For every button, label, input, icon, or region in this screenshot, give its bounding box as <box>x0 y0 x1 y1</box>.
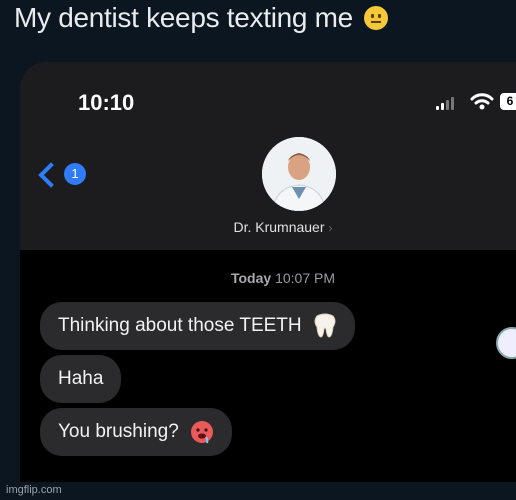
message-bubble[interactable]: Thinking about those TEETH <box>40 302 355 350</box>
message-text: Haha <box>58 368 104 389</box>
status-icons: 6 <box>428 92 516 112</box>
phone-screenshot: 10:10 6 1 Dr. Krumnauer › Today 10:07 PM… <box>20 62 516 482</box>
back-button[interactable]: 1 <box>38 162 90 192</box>
watermark: imgflip.com <box>6 484 62 496</box>
conversation-header: 10:10 6 1 Dr. Krumnauer › <box>20 62 516 250</box>
battery-icon: 6 <box>500 93 516 110</box>
chevron-left-icon <box>38 162 64 188</box>
neutral-face-icon <box>364 6 389 30</box>
message-timestamp: Today 10:07 PM <box>20 270 516 286</box>
message-bubble[interactable]: Haha <box>40 355 122 403</box>
status-time: 10:10 <box>78 90 135 115</box>
timestamp-time: 10:07 PM <box>275 270 336 286</box>
tooth-icon <box>314 313 336 338</box>
chevron-right-icon: › <box>328 221 333 235</box>
wifi-icon <box>470 93 494 110</box>
avatar[interactable] <box>262 137 336 211</box>
drooling-face-icon <box>191 420 214 444</box>
timestamp-day: Today <box>230 270 272 286</box>
side-indicator <box>496 327 516 359</box>
message-bubble[interactable]: You brushing? <box>40 408 233 456</box>
unread-badge: 1 <box>64 163 86 185</box>
message-text: Thinking about those TEETH <box>58 315 302 336</box>
contact-name[interactable]: Dr. Krumnauer › <box>20 219 516 235</box>
caption-text: My dentist keeps texting me <box>14 2 353 33</box>
post-caption: My dentist keeps texting me <box>14 2 389 34</box>
contact-photo <box>262 137 336 211</box>
signal-icon <box>436 96 464 110</box>
contact-name-label: Dr. Krumnauer <box>233 219 325 235</box>
message-text: You brushing? <box>58 421 179 442</box>
